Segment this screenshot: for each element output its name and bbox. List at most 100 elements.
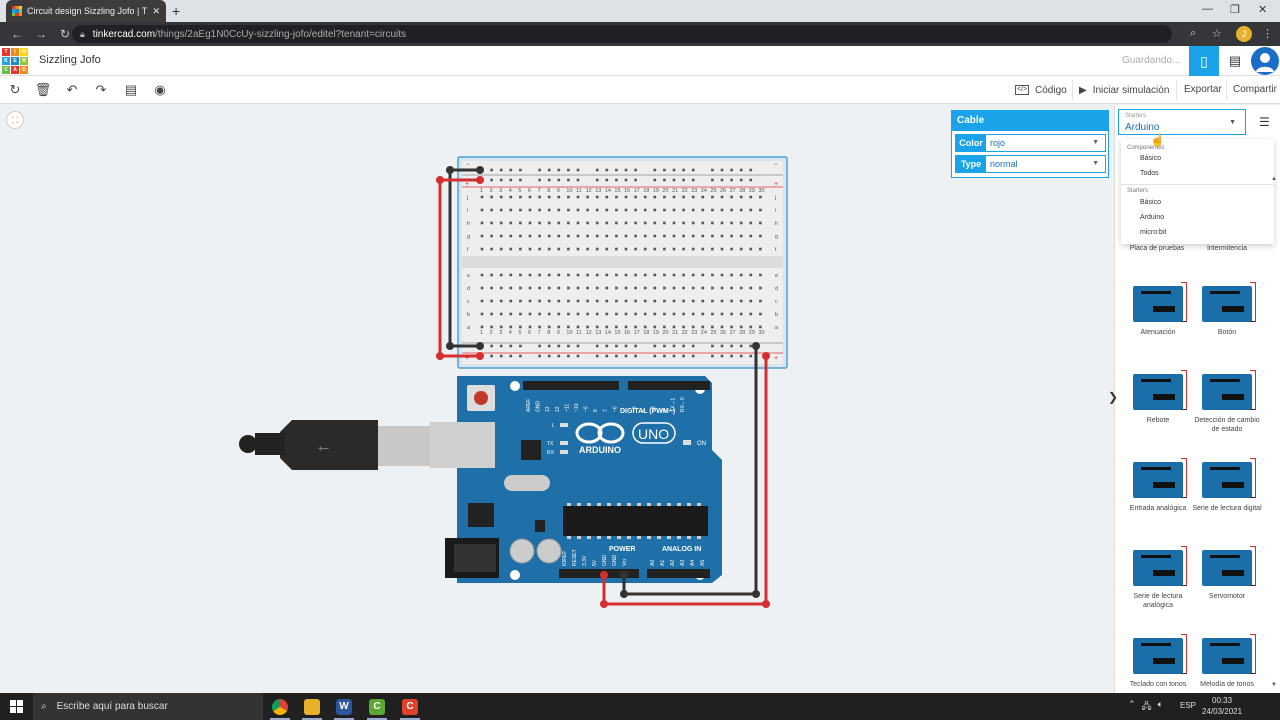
clock[interactable]: 00:33 24/03/2021: [1202, 695, 1242, 717]
row-letter-right: h: [775, 221, 778, 227]
language-indicator[interactable]: ESP: [1180, 701, 1196, 710]
arduino-uno-board[interactable]: AREF GND 13 12 ~11 ~10 ~9 8 7 ~6 ~5 4 ~3 2 TX→1 RX←0 DI…: [430, 376, 722, 583]
breadboard-hole: [538, 234, 541, 238]
word-app[interactable]: W: [330, 696, 358, 720]
row-letter-left: g: [467, 234, 470, 240]
component-caption: Teclado con tonos: [1129, 681, 1187, 688]
minimize-icon[interactable]: —: [1202, 3, 1213, 15]
component-list-icon[interactable]: ▤: [1224, 46, 1246, 76]
breadboard-hole: [730, 178, 733, 182]
profile-avatar[interactable]: J: [1236, 26, 1252, 42]
breadboard-hole: [499, 195, 503, 199]
bookmark-star-icon[interactable]: ☆: [1212, 27, 1222, 40]
search-icon[interactable]: ⌕: [1190, 27, 1196, 40]
taskbar-search-input[interactable]: ⌕ Escribe aquí para buscar: [33, 693, 263, 720]
breadboard-hole: [557, 178, 561, 182]
restore-icon[interactable]: ❐: [1230, 3, 1240, 16]
breadboard[interactable]: j ji ih hg gf fe ed dc cb ba a11223344556677889910…: [457, 156, 788, 369]
component-card[interactable]: Botón: [1192, 278, 1262, 337]
power-pin-label: RESET: [572, 549, 578, 566]
breadboard-hole: [624, 312, 628, 316]
component-card[interactable]: Detección de cambio de estado: [1192, 366, 1262, 434]
dropdown-option[interactable]: Básico: [1140, 199, 1161, 206]
circuit-view-icon[interactable]: ▯: [1189, 46, 1219, 76]
component-thumbnail: [1198, 542, 1256, 590]
component-card[interactable]: Atenuación: [1123, 278, 1193, 337]
l-led-label: L: [552, 423, 555, 429]
export-button[interactable]: Exportar: [1176, 80, 1229, 100]
camtasia-red-app[interactable]: C: [396, 696, 424, 720]
chip-pin: [577, 536, 581, 539]
component-card[interactable]: Serie de lectura analógica: [1123, 542, 1193, 610]
breadboard-hole: [490, 312, 493, 316]
breadboard-hole: [624, 234, 628, 238]
column-number-bottom: 29: [749, 330, 755, 336]
column-number-bottom: 22: [682, 330, 688, 336]
component-card[interactable]: Teclado con tonos: [1123, 630, 1193, 689]
breadboard-hole: [605, 299, 609, 303]
breadboard-hole: [749, 299, 753, 303]
chrome-app[interactable]: [266, 696, 294, 720]
menu-kebab-icon[interactable]: ⋮: [1262, 27, 1273, 40]
breadboard-hole: [595, 208, 599, 212]
select-value: Arduino: [1125, 122, 1160, 133]
color-select[interactable]: Color rojo ▼: [955, 134, 1106, 152]
breadboard-hole: [509, 325, 513, 329]
row-letter-left: i: [467, 208, 468, 214]
breadboard-hole: [720, 234, 724, 238]
network-icon[interactable]: 🖧︎: [1142, 699, 1152, 715]
dropdown-option[interactable]: Arduino: [1140, 214, 1164, 221]
breadboard-hole: [480, 234, 484, 238]
list-view-icon[interactable]: ☰: [1259, 115, 1270, 129]
system-tray: ⌃ 🖧︎ 🔈︎: [1128, 699, 1163, 715]
component-card[interactable]: Rebote: [1123, 366, 1193, 425]
tx-led-label: TX: [547, 441, 554, 447]
breadboard-hole: [480, 221, 484, 225]
type-select[interactable]: Type normal ▼: [955, 155, 1106, 173]
breadboard-hole: [490, 286, 493, 290]
collapse-panel-icon[interactable]: ❯: [1108, 390, 1118, 408]
breadboard-hole: [490, 208, 493, 212]
volume-icon[interactable]: 🔈︎: [1158, 699, 1163, 715]
breadboard-hole: [682, 208, 685, 212]
breadboard-hole: [720, 178, 724, 182]
user-avatar[interactable]: [1251, 47, 1279, 75]
breadboard-hole: [701, 286, 705, 290]
dropdown-option[interactable]: micro:bit: [1140, 229, 1166, 236]
component-card[interactable]: Melodía de tonos: [1192, 630, 1262, 689]
close-window-icon[interactable]: ✕: [1258, 3, 1267, 16]
component-card[interactable]: Entrada analógica: [1123, 454, 1193, 513]
breadboard-hole: [634, 168, 637, 172]
breadboard-hole: [547, 312, 551, 316]
breadboard-hole: [624, 221, 628, 225]
breadboard-hole: [711, 325, 714, 329]
chip-pin: [597, 503, 601, 506]
component-card[interactable]: Serie de lectura digital: [1192, 454, 1262, 513]
breadboard-hole: [528, 299, 532, 303]
usb-cable[interactable]: ⭠: [239, 420, 430, 470]
breadboard-hole: [711, 354, 714, 358]
file-explorer-app[interactable]: [298, 696, 326, 720]
chip-pin: [657, 536, 661, 539]
dropdown-option[interactable]: Todos: [1140, 170, 1159, 177]
breadboard-hole: [701, 195, 705, 199]
chip-pin: [567, 536, 571, 539]
camtasia-green-app[interactable]: C: [363, 696, 391, 720]
dropdown-option[interactable]: Básico: [1140, 155, 1161, 162]
scroll-down-icon[interactable]: ▼: [1271, 682, 1277, 688]
digital-pin-label: 13: [545, 406, 551, 412]
share-button[interactable]: Compartir: [1226, 80, 1280, 100]
starters-select[interactable]: Starters Arduino ▼: [1118, 109, 1246, 135]
breadboard-hole: [576, 312, 580, 316]
breadboard-hole: [624, 354, 628, 358]
rx-led-label: RX: [547, 450, 555, 456]
column-number-bottom: 16: [624, 330, 630, 336]
breadboard-hole: [509, 354, 513, 358]
column-number-bottom: 3: [499, 330, 502, 336]
component-card[interactable]: Servomotor: [1192, 542, 1262, 601]
breadboard-hole: [605, 178, 609, 182]
scroll-up-icon[interactable]: ▲: [1271, 176, 1277, 182]
breadboard-hole: [615, 178, 618, 182]
windows-start-icon[interactable]: [10, 700, 23, 713]
chevron-up-icon[interactable]: ⌃: [1128, 699, 1136, 715]
